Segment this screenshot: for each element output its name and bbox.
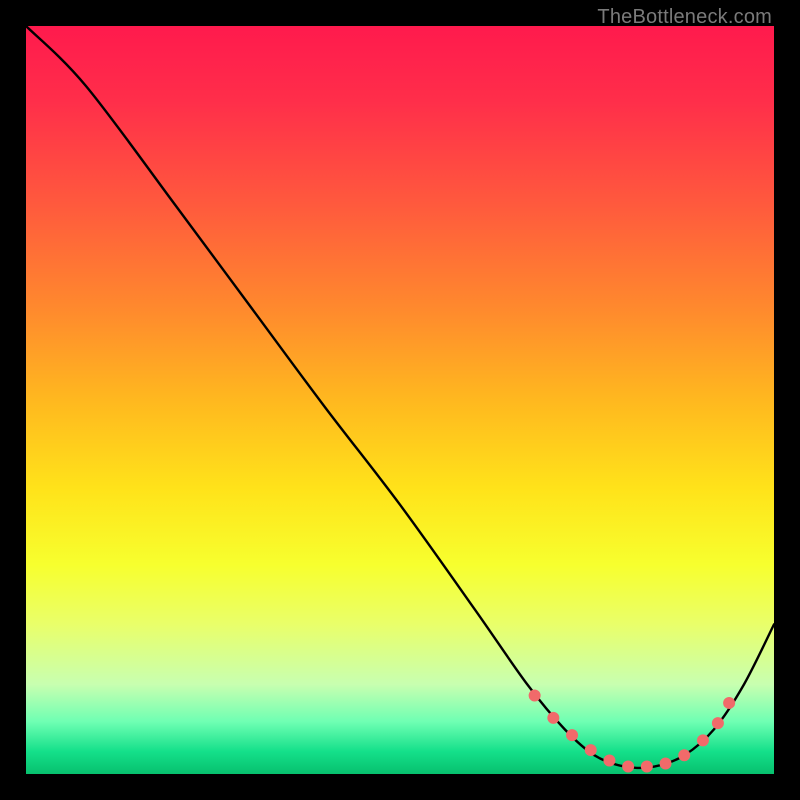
curve-line	[26, 26, 774, 768]
marker-dot	[567, 730, 578, 741]
marker-dot	[724, 697, 735, 708]
marker-dot	[529, 690, 540, 701]
plot-area	[26, 26, 774, 774]
marker-dot	[697, 735, 708, 746]
marker-dot	[585, 745, 596, 756]
marker-dots	[529, 690, 734, 772]
marker-dot	[604, 755, 615, 766]
marker-dot	[712, 718, 723, 729]
marker-dot	[548, 712, 559, 723]
marker-dot	[641, 761, 652, 772]
marker-dot	[679, 750, 690, 761]
marker-dot	[623, 761, 634, 772]
curve-svg	[26, 26, 774, 774]
marker-dot	[660, 758, 671, 769]
chart-stage: TheBottleneck.com	[0, 0, 800, 800]
